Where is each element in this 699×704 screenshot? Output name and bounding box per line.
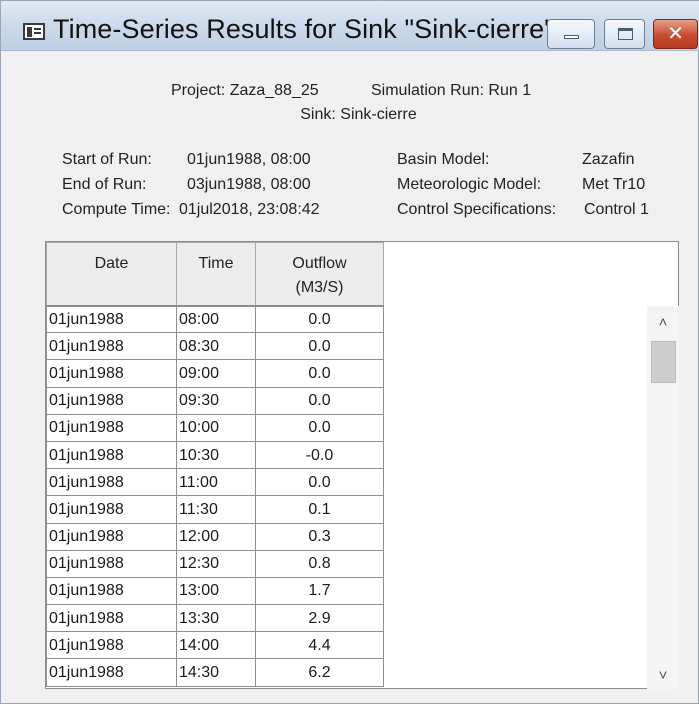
control-specifications-label: Control Specifications:	[397, 201, 557, 218]
title-bar[interactable]: Time-Series Results for Sink "Sink-cierr…	[1, 1, 699, 51]
close-icon: ✕	[667, 23, 684, 45]
table-row[interactable]: 01jun1988 08:00 0.0	[46, 304, 384, 334]
results-table: Date Time Outflow (M3/S) 01jun1988 08:00 0…	[46, 242, 384, 687]
start-of-run-label: Start of Run:	[62, 151, 152, 168]
compute-time-value: 01jul2018, 23:08:42	[179, 201, 320, 218]
date-cell[interactable]: 01jun1988	[46, 440, 177, 470]
outflow-cell[interactable]: 0.0	[255, 413, 384, 442]
basin-model-value: Zazafin	[582, 151, 635, 168]
column-header-outflow[interactable]: Outflow (M3/S)	[255, 242, 384, 307]
outflow-cell[interactable]: 0.0	[255, 359, 384, 388]
time-cell[interactable]: 14:00	[176, 631, 256, 660]
results-grid[interactable]: Date Time Outflow (M3/S) 01jun1988 08:00 0…	[45, 241, 679, 689]
outflow-cell[interactable]: 1.7	[255, 576, 384, 606]
window-title: Time-Series Results for Sink "Sink-cierr…	[53, 14, 554, 44]
table-row[interactable]: 01jun1988 11:00 0.0	[46, 468, 384, 497]
project-label: Project: Zaza_88_25	[171, 82, 319, 99]
table-row[interactable]: 01jun1988 12:00 0.3	[46, 522, 384, 551]
minimize-icon	[564, 35, 579, 39]
table-row[interactable]: 01jun1988 09:00 0.0	[46, 359, 384, 388]
close-button[interactable]: ✕	[653, 19, 698, 49]
date-cell[interactable]: 01jun1988	[46, 386, 177, 415]
app-window-icon[interactable]	[23, 23, 45, 40]
outflow-cell[interactable]: 0.0	[255, 304, 384, 334]
time-cell[interactable]: 12:00	[176, 522, 256, 551]
time-cell[interactable]: 08:00	[176, 304, 256, 334]
outflow-cell[interactable]: 6.2	[255, 658, 384, 687]
simulation-run-label: Simulation Run: Run 1	[371, 82, 532, 99]
date-cell[interactable]: 01jun1988	[46, 332, 177, 361]
outflow-cell[interactable]: 0.0	[255, 468, 384, 497]
end-of-run-value: 03jun1988, 08:00	[187, 176, 311, 193]
time-cell[interactable]: 13:00	[176, 576, 256, 606]
vertical-scrollbar[interactable]: ˄ ˅	[647, 306, 679, 689]
outflow-cell[interactable]: -0.0	[255, 440, 384, 470]
time-cell[interactable]: 09:00	[176, 359, 256, 388]
table-row[interactable]: 01jun1988 09:30 0.0	[46, 386, 384, 415]
time-cell[interactable]: 12:30	[176, 549, 256, 578]
time-cell[interactable]: 11:00	[176, 468, 256, 497]
date-cell[interactable]: 01jun1988	[46, 413, 177, 442]
outflow-cell[interactable]: 2.9	[255, 604, 384, 633]
date-cell[interactable]: 01jun1988	[46, 359, 177, 388]
table-row[interactable]: 01jun1988 12:30 0.8	[46, 549, 384, 578]
control-specifications-value: Control 1	[584, 201, 649, 218]
table-header-row: Date Time Outflow (M3/S)	[46, 242, 384, 307]
compute-time-label: Compute Time:	[62, 201, 171, 218]
table-row[interactable]: 01jun1988 08:30 0.0	[46, 332, 384, 361]
basin-model-label: Basin Model:	[397, 151, 490, 168]
table-row[interactable]: 01jun1988 11:30 0.1	[46, 495, 384, 524]
end-of-run-label: End of Run:	[62, 176, 147, 193]
outflow-cell[interactable]: 0.8	[255, 549, 384, 578]
outflow-cell[interactable]: 0.1	[255, 495, 384, 524]
maximize-icon	[618, 28, 633, 40]
table-row[interactable]: 01jun1988 14:00 4.4	[46, 631, 384, 660]
table-row[interactable]: 01jun1988 10:00 0.0	[46, 413, 384, 442]
time-cell[interactable]: 10:30	[176, 440, 256, 470]
chevron-up-icon[interactable]: ˄	[647, 310, 679, 336]
time-cell[interactable]: 11:30	[176, 495, 256, 524]
time-cell[interactable]: 13:30	[176, 604, 256, 633]
outflow-header-label: Outflow	[292, 255, 347, 272]
minimize-button[interactable]	[547, 19, 595, 49]
date-cell[interactable]: 01jun1988	[46, 549, 177, 578]
meteorologic-model-value: Met Tr10	[582, 176, 646, 193]
date-cell[interactable]: 01jun1988	[46, 631, 177, 660]
table-row[interactable]: 01jun1988 14:30 6.2	[46, 658, 384, 687]
date-cell[interactable]: 01jun1988	[46, 304, 177, 334]
outflow-cell[interactable]: 0.0	[255, 386, 384, 415]
outflow-cell[interactable]: 0.0	[255, 332, 384, 361]
time-cell[interactable]: 08:30	[176, 332, 256, 361]
maximize-button[interactable]	[604, 19, 645, 49]
date-cell[interactable]: 01jun1988	[46, 495, 177, 524]
results-window: Time-Series Results for Sink "Sink-cierr…	[0, 0, 699, 704]
time-cell[interactable]: 10:00	[176, 413, 256, 442]
date-cell[interactable]: 01jun1988	[46, 658, 177, 687]
outflow-cell[interactable]: 0.3	[255, 522, 384, 551]
table-row[interactable]: 01jun1988 13:00 1.7	[46, 576, 384, 606]
scrollbar-thumb[interactable]	[651, 341, 676, 383]
column-header-time[interactable]: Time	[176, 242, 256, 307]
outflow-unit-label: (M3/S)	[295, 279, 344, 296]
table-row[interactable]: 01jun1988 13:30 2.9	[46, 604, 384, 633]
time-cell[interactable]: 09:30	[176, 386, 256, 415]
meteorologic-model-label: Meteorologic Model:	[397, 176, 542, 193]
time-cell[interactable]: 14:30	[176, 658, 256, 687]
column-header-date[interactable]: Date	[46, 242, 177, 307]
date-cell[interactable]: 01jun1988	[46, 604, 177, 633]
start-of-run-value: 01jun1988, 08:00	[187, 151, 311, 168]
outflow-cell[interactable]: 4.4	[255, 631, 384, 660]
sink-label: Sink: Sink-cierre	[300, 106, 417, 123]
date-cell[interactable]: 01jun1988	[46, 468, 177, 497]
table-row[interactable]: 01jun1988 10:30 -0.0	[46, 440, 384, 470]
date-cell[interactable]: 01jun1988	[46, 576, 177, 606]
chevron-down-icon[interactable]: ˅	[647, 663, 679, 689]
date-cell[interactable]: 01jun1988	[46, 522, 177, 551]
